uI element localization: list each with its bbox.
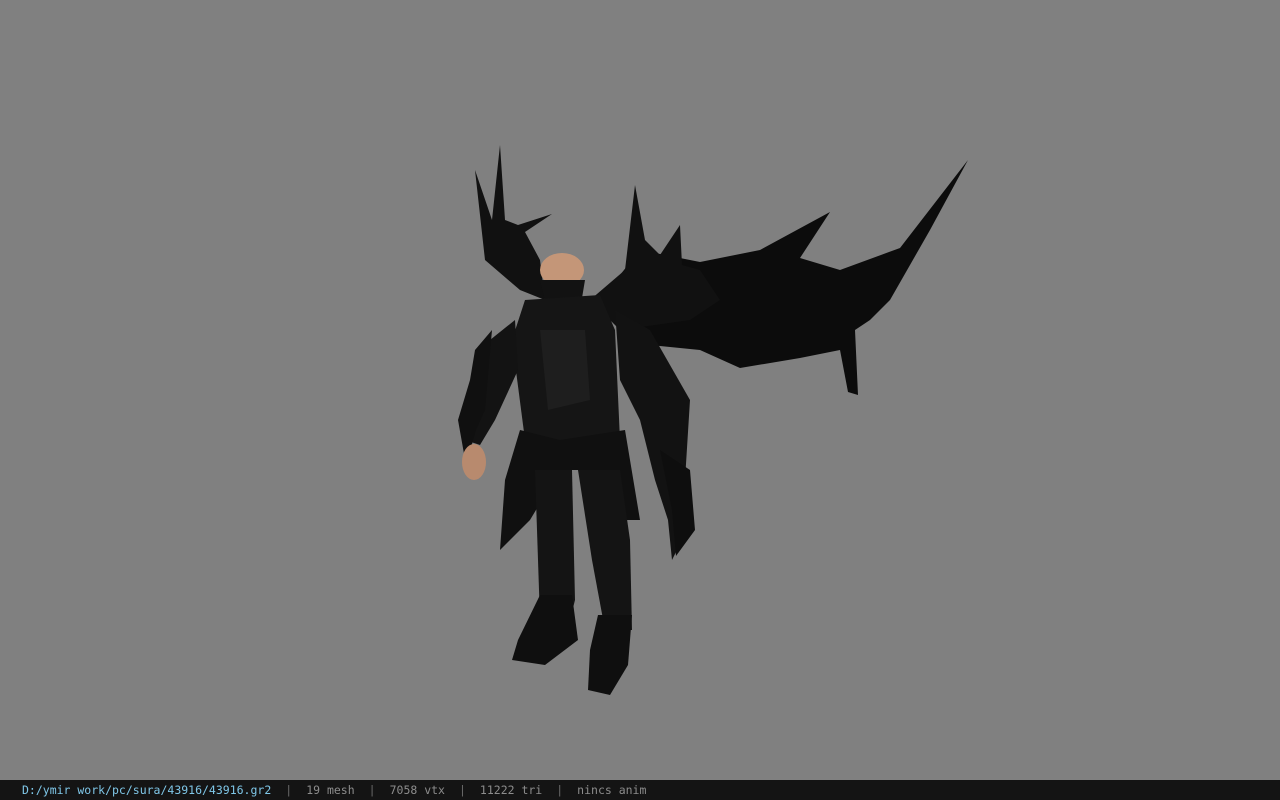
vertex-count: 7058 vtx xyxy=(389,783,445,797)
status-separator: | xyxy=(458,783,466,797)
status-separator: | xyxy=(556,783,564,797)
status-bar: D:/ymir work/pc/sura/43916/43916.gr2 | 19 … xyxy=(0,780,1280,800)
left-pauldron-spikes xyxy=(475,145,552,300)
character-model xyxy=(458,145,968,695)
right-pauldron-spikes xyxy=(590,185,720,330)
triangle-count: 11222 tri xyxy=(479,783,543,797)
left-hand xyxy=(462,444,486,480)
status-separator: | xyxy=(368,783,376,797)
file-path: D:/ymir work/pc/sura/43916/43916.gr2 xyxy=(22,783,272,797)
status-separator: | xyxy=(285,783,293,797)
3d-viewport[interactable] xyxy=(0,0,1280,780)
right-boot xyxy=(588,615,632,695)
left-boot xyxy=(512,595,578,665)
mesh-count: 19 mesh xyxy=(306,783,355,797)
animation-status: nincs anim xyxy=(577,783,647,797)
